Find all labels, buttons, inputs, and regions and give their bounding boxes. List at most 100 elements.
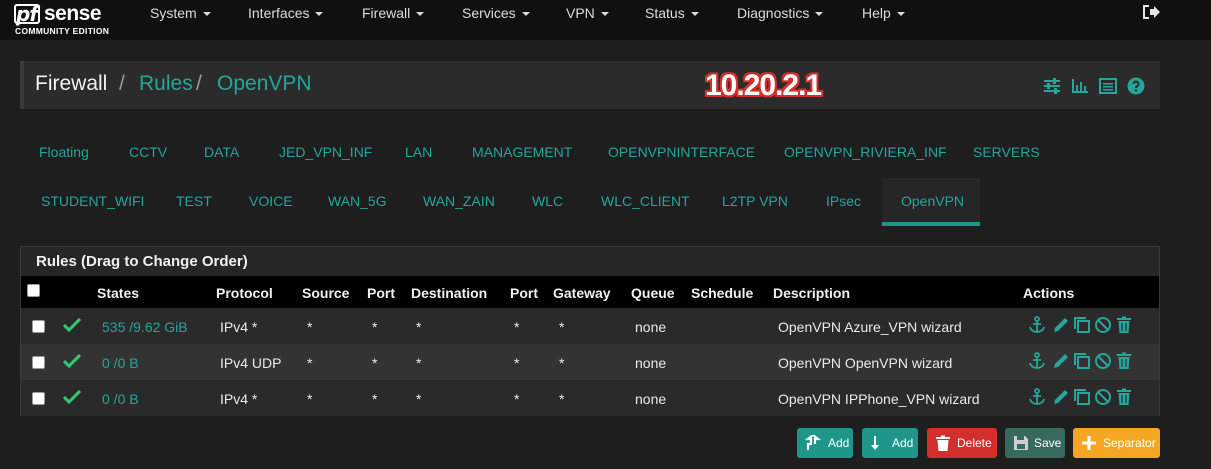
header-gateway: Gateway (553, 285, 611, 301)
nav-help[interactable]: Help (862, 5, 905, 21)
tab-wan-zain[interactable]: WAN_ZAIN (423, 193, 495, 209)
anchor-icon[interactable] (1028, 388, 1046, 406)
row-select-checkbox[interactable] (32, 320, 45, 333)
copy-icon[interactable] (1073, 316, 1091, 334)
add-rule-top-button[interactable]: Add (797, 428, 853, 458)
add-rule-bottom-button[interactable]: Add (862, 428, 918, 458)
breadcrumb-separator: / (196, 72, 202, 95)
nav-diagnostics-label: Diagnostics (737, 5, 810, 21)
rule-description: OpenVPN IPPhone_VPN wizard (778, 391, 980, 407)
rule-states-link[interactable]: 535 /9.62 GiB (102, 319, 188, 335)
rule-source: * (307, 355, 313, 371)
anchor-icon[interactable] (1028, 316, 1046, 334)
copy-icon[interactable] (1073, 352, 1091, 370)
separator-button[interactable]: Separator (1073, 428, 1160, 458)
caret-down-icon (896, 12, 905, 17)
breadcrumb-openvpn-link[interactable]: OpenVPN (217, 72, 312, 96)
anchor-icon[interactable] (1028, 352, 1046, 370)
tab-openvpninterface[interactable]: OPENVPNINTERFACE (608, 144, 755, 160)
nav-firewall-label: Firewall (362, 5, 411, 21)
header-protocol: Protocol (216, 285, 273, 301)
tab-wan-5g[interactable]: WAN_5G (328, 193, 387, 209)
copy-icon[interactable] (1073, 388, 1091, 406)
header-schedule: Schedule (691, 285, 754, 301)
edit-pencil-icon[interactable] (1052, 316, 1070, 334)
nav-system[interactable]: System (150, 5, 211, 21)
disable-ban-icon[interactable] (1094, 352, 1112, 370)
rule-gateway: * (559, 355, 565, 371)
header-actions: Actions (1023, 285, 1075, 301)
check-icon[interactable] (63, 354, 81, 368)
help-question-icon[interactable] (1127, 77, 1145, 95)
tab-management[interactable]: MANAGEMENT (472, 144, 572, 160)
sliders-icon[interactable] (1043, 77, 1061, 95)
row-select-checkbox[interactable] (32, 356, 45, 369)
trash-icon[interactable] (1115, 316, 1133, 334)
delete-label: Delete (957, 436, 992, 450)
save-label: Save (1034, 436, 1062, 450)
logout-icon[interactable] (1141, 4, 1161, 20)
nav-status[interactable]: Status (645, 5, 699, 21)
trash-icon (936, 435, 950, 451)
header-queue: Queue (631, 285, 675, 301)
tab-student-wifi[interactable]: STUDENT_WIFI (41, 193, 144, 209)
nav-interfaces[interactable]: Interfaces (248, 5, 324, 21)
tab-voice[interactable]: VOICE (249, 193, 293, 209)
nav-help-label: Help (862, 5, 891, 21)
top-navbar: pf sense COMMUNITY EDITION System Interf… (0, 0, 1211, 40)
nav-diagnostics[interactable]: Diagnostics (737, 5, 824, 21)
tab-test[interactable]: TEST (176, 193, 212, 209)
caret-down-icon (815, 12, 824, 17)
trash-icon[interactable] (1115, 388, 1133, 406)
nav-interfaces-label: Interfaces (248, 5, 310, 21)
tab-openvpn-riviera-inf[interactable]: OPENVPN_RIVIERA_INF (784, 144, 947, 160)
tab-floating[interactable]: Floating (39, 144, 89, 160)
nav-services-label: Services (462, 5, 516, 21)
rule-destination: * (416, 391, 422, 407)
table-row[interactable]: 0 /0 B IPv4 UDP * * * * * none OpenVPN O… (21, 344, 1159, 380)
rule-protocol: IPv4 * (220, 391, 258, 407)
logo-pf-text: pf (16, 2, 38, 26)
header-source: Source (302, 285, 350, 301)
tab-jed-vpn-inf[interactable]: JED_VPN_INF (279, 144, 372, 160)
rule-queue: none (635, 319, 667, 335)
table-row[interactable]: 535 /9.62 GiB IPv4 * * * * * * none Open… (21, 308, 1159, 344)
bar-chart-icon[interactable] (1071, 77, 1089, 95)
nav-services[interactable]: Services (462, 5, 530, 21)
nav-firewall[interactable]: Firewall (362, 5, 425, 21)
rule-states-link[interactable]: 0 /0 B (102, 355, 139, 371)
rule-protocol: IPv4 * (220, 319, 258, 335)
table-row[interactable]: 0 /0 B IPv4 * * * * * * none OpenVPN IPP… (21, 380, 1159, 416)
header-source-port: Port (367, 285, 395, 301)
delete-button[interactable]: Delete (927, 428, 997, 458)
breadcrumb-rules-link[interactable]: Rules (139, 72, 193, 96)
check-icon[interactable] (63, 318, 81, 332)
disable-ban-icon[interactable] (1094, 316, 1112, 334)
arrow-down-icon (871, 436, 879, 450)
breadcrumb-separator: / (119, 72, 125, 95)
tab-cctv[interactable]: CCTV (129, 144, 167, 160)
tab-l2tp-vpn[interactable]: L2TP VPN (722, 193, 788, 209)
rule-states-link[interactable]: 0 /0 B (102, 391, 139, 407)
rule-dest-port: * (514, 391, 520, 407)
list-table-icon[interactable] (1099, 77, 1117, 95)
tab-ipsec[interactable]: IPsec (826, 193, 861, 209)
row-select-checkbox[interactable] (32, 392, 45, 405)
edit-pencil-icon[interactable] (1052, 352, 1070, 370)
tab-data[interactable]: DATA (204, 144, 239, 160)
save-button[interactable]: Save (1005, 428, 1065, 458)
trash-icon[interactable] (1115, 352, 1133, 370)
tab-lan[interactable]: LAN (405, 144, 432, 160)
select-all-checkbox[interactable] (27, 284, 40, 297)
tab-wlc[interactable]: WLC (532, 193, 563, 209)
tab-wlc-client[interactable]: WLC_CLIENT (601, 193, 690, 209)
check-icon[interactable] (63, 390, 81, 404)
rule-gateway: * (559, 319, 565, 335)
tab-openvpn[interactable]: OpenVPN (901, 193, 964, 209)
disable-ban-icon[interactable] (1094, 388, 1112, 406)
edit-pencil-icon[interactable] (1052, 388, 1070, 406)
nav-vpn[interactable]: VPN (566, 5, 609, 21)
tab-servers[interactable]: SERVERS (973, 144, 1040, 160)
pfsense-logo[interactable]: pf sense COMMUNITY EDITION (14, 2, 124, 36)
panel-title: Rules (Drag to Change Order) (36, 253, 248, 270)
